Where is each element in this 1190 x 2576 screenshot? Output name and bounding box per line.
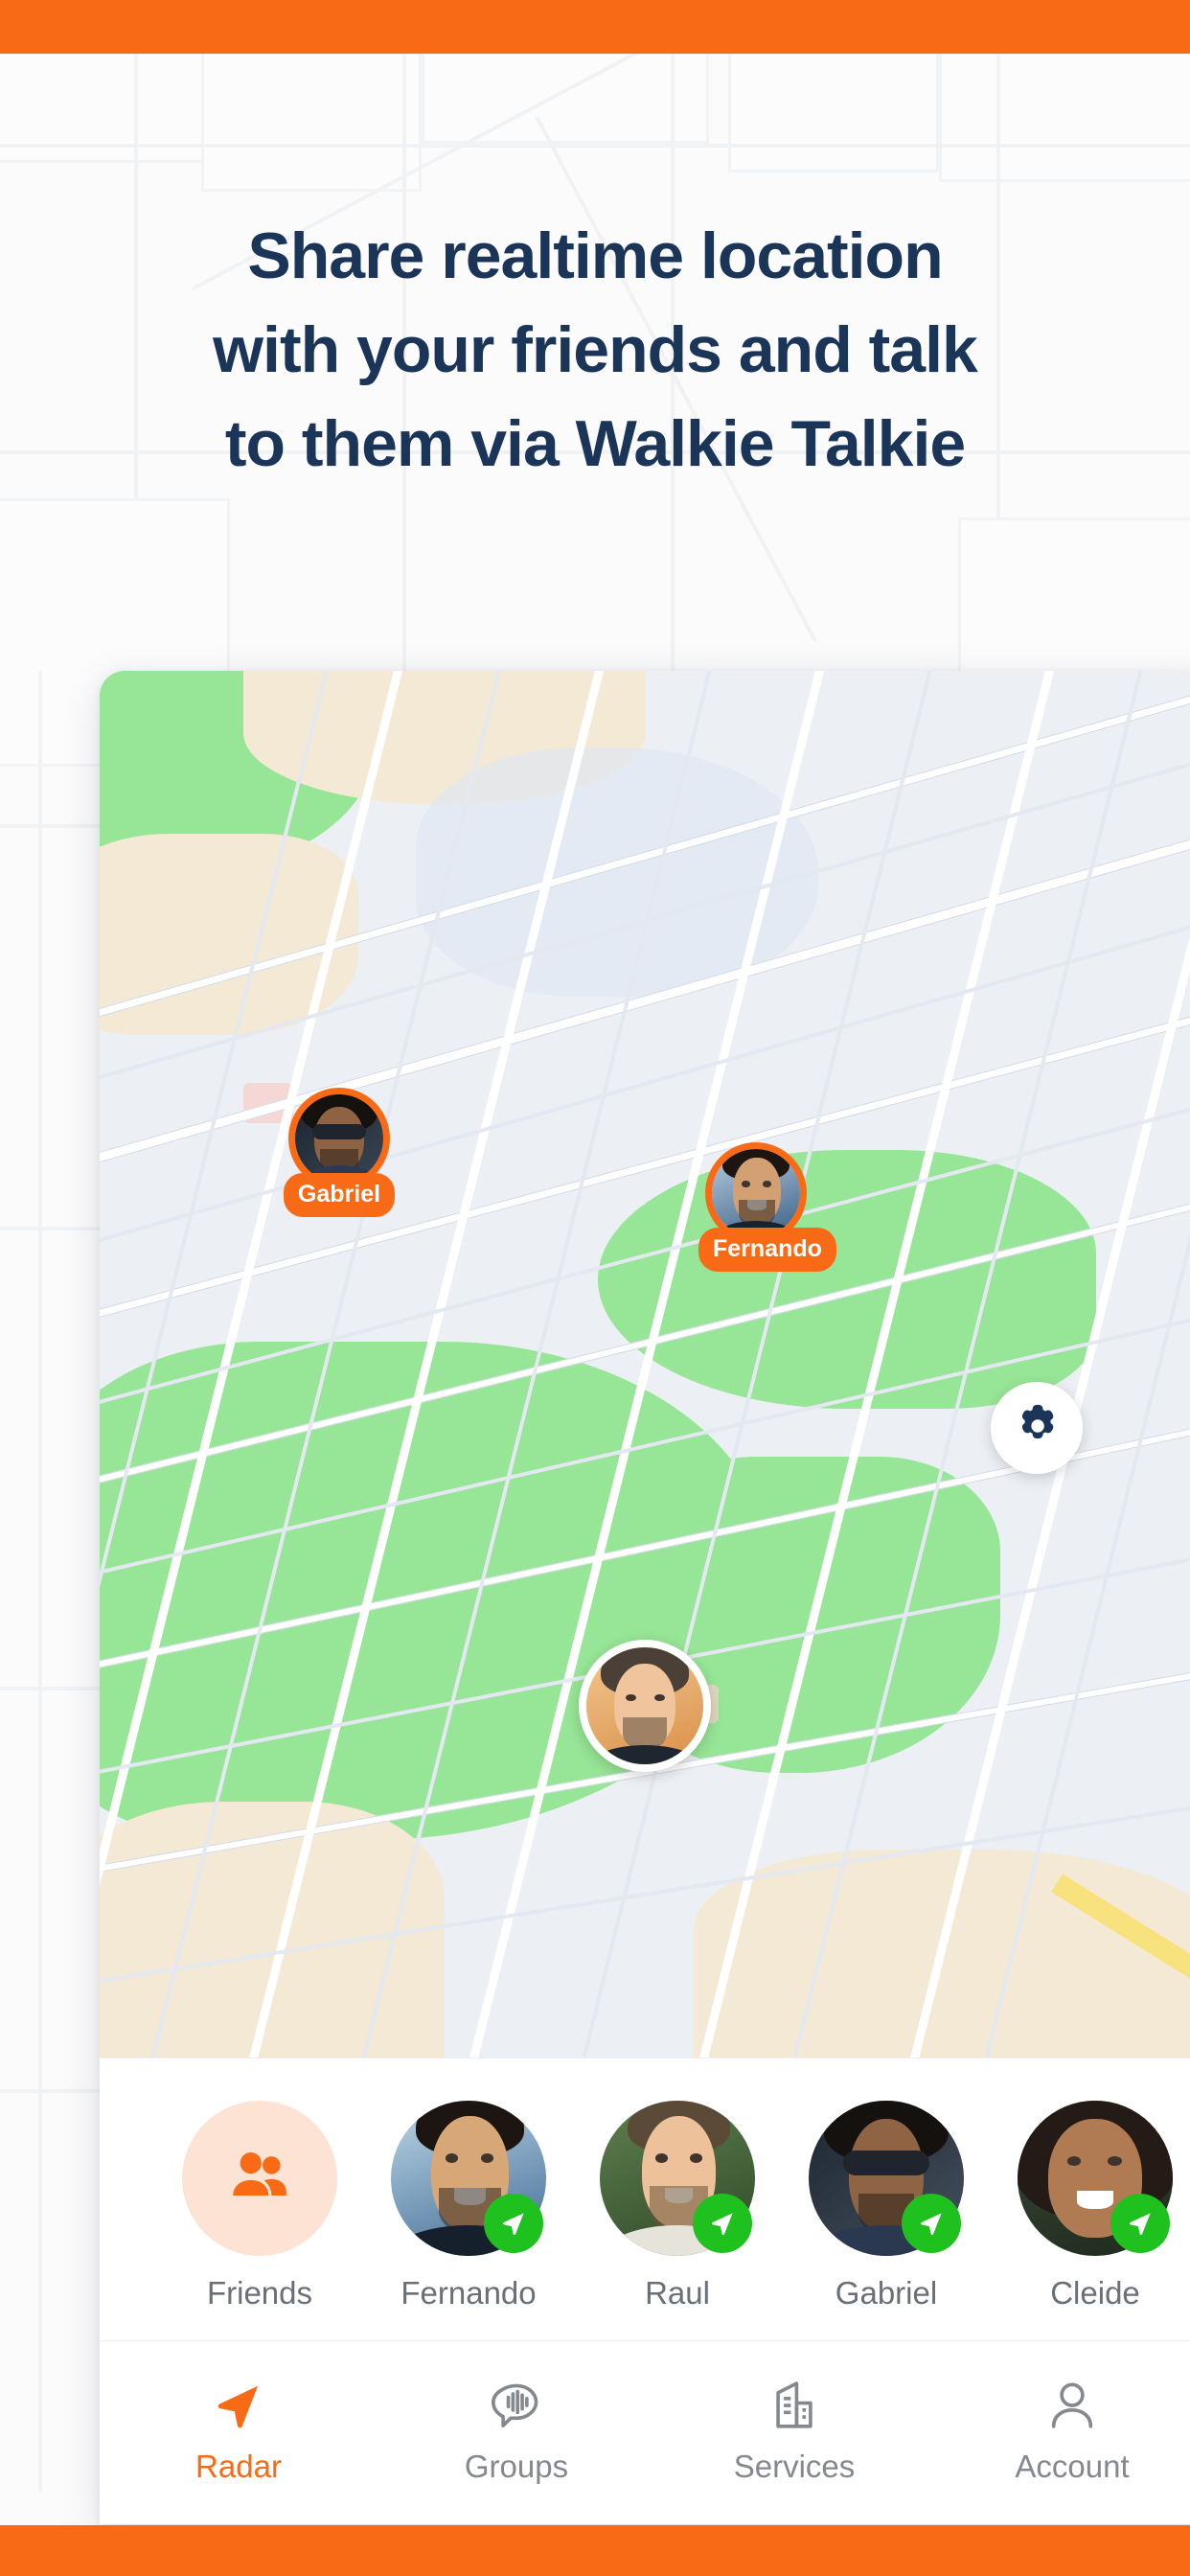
top-accent-bar [0,0,1190,54]
friends-strip-item-gabriel[interactable]: Gabriel [782,2101,991,2312]
friends-strip-item-label: Raul [645,2275,710,2311]
tab-groups[interactable]: Groups [378,2341,655,2524]
self-location-avatar[interactable] [579,1640,711,1772]
page-title: Share realtime location with your friend… [0,209,1190,491]
friends-strip-item-fernando[interactable]: Fernando [364,2101,573,2312]
tab-label: Radar [195,2449,282,2484]
tab-services[interactable]: Services [655,2341,933,2524]
avatar [600,2101,755,2256]
avatar [1018,2101,1173,2256]
headline-line-2: with your friends and talk [213,313,978,386]
phone-mockup: Cleide Raul [100,671,1190,2524]
location-arrow-icon [212,2376,265,2435]
friends-strip[interactable]: Friends Fernando Raul Gabriel Cleide [100,2058,1190,2340]
friends-strip-item-cleide[interactable]: Cleide [991,2101,1190,2312]
walkie-chat-icon [489,2376,544,2435]
friends-strip-item-raul[interactable]: Raul [573,2101,782,2312]
avatar [391,2101,546,2256]
online-badge [484,2194,543,2253]
tab-radar[interactable]: Radar [100,2341,378,2524]
settings-button[interactable] [991,1382,1083,1474]
map-canvas[interactable]: Cleide Raul [100,671,1190,2058]
friends-avatar-placeholder [182,2101,337,2256]
person-icon [1044,2376,1100,2435]
people-icon [224,2141,295,2217]
map-marker-fernando[interactable]: Fernando [698,1142,836,1272]
gear-icon [1012,1401,1062,1456]
tab-label: Groups [464,2449,569,2484]
headline-line-1: Share realtime location [247,219,943,292]
friends-strip-item-friends[interactable]: Friends [155,2101,364,2312]
tab-account[interactable]: Account [933,2341,1190,2524]
tab-label: Account [1015,2449,1130,2484]
bottom-accent-bar [0,2525,1190,2576]
buildings-icon [767,2376,822,2435]
map-marker-label: Gabriel [283,1173,396,1217]
map-marker-label: Fernando [698,1228,836,1272]
friends-strip-item-label: Friends [206,2275,313,2311]
friends-strip-item-label: Fernando [400,2275,537,2311]
avatar [809,2101,964,2256]
bottom-tab-bar[interactable]: Radar Groups Services Account [100,2340,1190,2524]
friends-strip-item-label: Cleide [1050,2275,1140,2311]
friends-strip-item-label: Gabriel [835,2275,938,2311]
online-badge [902,2194,961,2253]
map-marker-gabriel[interactable]: Gabriel [282,1088,397,1217]
headline-line-3: to them via Walkie Talkie [224,407,966,480]
online-badge [693,2194,752,2253]
tab-label: Services [733,2449,856,2484]
online-badge [1110,2194,1170,2253]
